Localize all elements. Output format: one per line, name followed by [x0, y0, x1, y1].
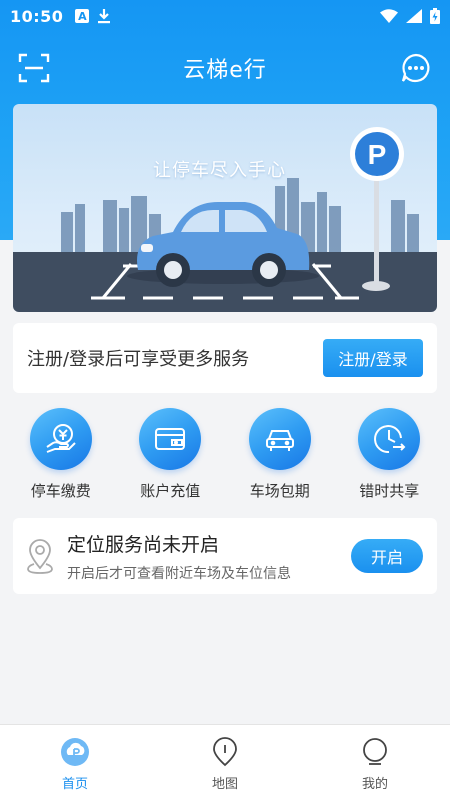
nav-label: 我的: [361, 777, 388, 792]
car-icon: [248, 408, 311, 470]
action-label: 错时共享: [359, 482, 420, 500]
location-title: 定位服务尚未开启: [67, 533, 220, 556]
app-title: 云梯e行: [183, 58, 267, 83]
banner-slogan: 让停车尽入手心: [153, 160, 286, 181]
banner-illustration: P: [13, 127, 437, 312]
bottom-nav: 首页 地图 我的: [0, 724, 450, 800]
nav-map[interactable]: 地图: [150, 725, 300, 800]
nav-label: 首页: [61, 777, 88, 792]
enable-location-button[interactable]: 开启: [351, 539, 423, 573]
nav-home[interactable]: 首页: [0, 725, 150, 800]
profile-icon: [363, 738, 387, 765]
home-icon: [61, 738, 89, 766]
app-header: 云梯e行: [0, 42, 450, 94]
register-login-button[interactable]: 注册/登录: [323, 339, 423, 377]
action-recharge[interactable]: 账户充值: [120, 408, 220, 508]
parking-sign-letter: P: [368, 139, 387, 170]
register-card: 注册/登录后可享受更多服务 注册/登录: [13, 323, 437, 393]
nav-profile[interactable]: 我的: [300, 725, 450, 800]
action-label: 车场包期: [249, 482, 310, 500]
map-pin-icon: [213, 737, 237, 767]
action-label: 停车缴费: [30, 482, 91, 500]
location-subtitle: 开启后才可查看附近车场及车位信息: [67, 565, 291, 582]
status-time: 10:50: [10, 6, 64, 26]
action-time-share[interactable]: 错时共享: [339, 408, 439, 508]
battery-icon: [430, 8, 440, 24]
scan-icon[interactable]: [18, 52, 50, 84]
notification-a-icon: A: [75, 9, 90, 23]
nav-label: 地图: [211, 777, 238, 792]
action-parking-fee[interactable]: 停车缴费: [11, 408, 111, 508]
wifi-icon: [380, 9, 398, 23]
promo-banner[interactable]: P 让停车尽入手心: [13, 104, 437, 312]
location-pin-icon: [27, 539, 53, 574]
parking-fee-icon: [29, 408, 92, 470]
action-lot-subscription[interactable]: 车场包期: [230, 408, 330, 508]
action-label: 账户充值: [140, 482, 201, 500]
download-icon: [98, 9, 111, 24]
clock-share-icon: [358, 408, 421, 470]
location-card: 定位服务尚未开启 开启后才可查看附近车场及车位信息 开启: [13, 518, 437, 594]
status-bar: 10:50 A: [0, 0, 450, 32]
message-icon[interactable]: [400, 52, 432, 84]
wallet-icon: [139, 408, 202, 470]
quick-actions: 停车缴费 账户充值 车场包期 错时共享: [0, 408, 450, 508]
register-prompt: 注册/登录后可享受更多服务: [27, 349, 250, 370]
signal-icon: [406, 9, 422, 23]
